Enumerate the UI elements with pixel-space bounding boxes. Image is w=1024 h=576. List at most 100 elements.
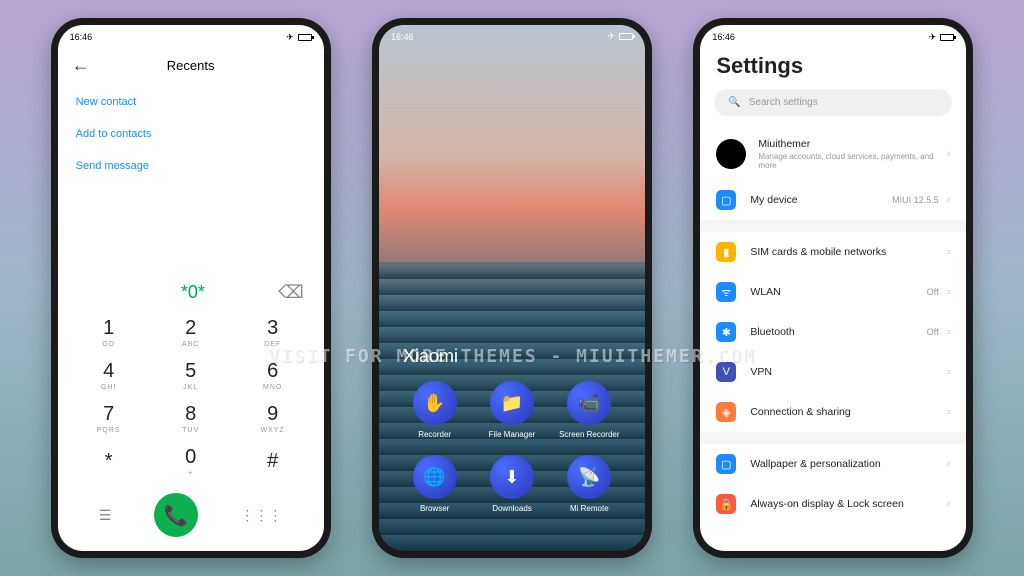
- setting-sim-cards-mobile-networks[interactable]: ▮ SIM cards & mobile networks›: [700, 232, 966, 272]
- dialed-number: *0*: [108, 282, 279, 303]
- settings-more: ▢Wallpaper & personalization› 🔒 Always-on …: [700, 444, 966, 524]
- home-content: Xiaomi ✋ Recorder 📁File Manager📹Screen Rec…: [379, 44, 645, 551]
- key-*[interactable]: *: [68, 440, 150, 483]
- app-recorder[interactable]: ✋ Recorder: [401, 381, 468, 439]
- key-4[interactable]: 4GHI: [68, 354, 150, 397]
- keypad: 1GD2ABC3DEF 4GHI5JKL6MNO 7PQRS8TUV9WXYZ *0+…: [58, 311, 324, 483]
- device-label: My device: [750, 194, 892, 206]
- app-label: Mi Remote: [570, 504, 609, 513]
- key-9[interactable]: 9WXYZ: [232, 397, 314, 440]
- dialpad-icon[interactable]: ⋮⋮⋮: [240, 507, 282, 524]
- setting-wlan[interactable]: ᯤ WLANOff ›: [700, 272, 966, 312]
- key-6[interactable]: 6MNO: [232, 354, 314, 397]
- status-time: 16:46: [70, 32, 93, 42]
- device-version: MIUI 12.5.5: [892, 195, 939, 205]
- key-8[interactable]: 8TUV: [150, 397, 232, 440]
- setting-label: VPN: [750, 366, 946, 378]
- app-icon: ✋: [413, 381, 457, 425]
- setting-icon: ᯤ: [716, 282, 736, 302]
- status-icons: ✈: [286, 32, 312, 43]
- search-icon: 🔍: [728, 97, 740, 108]
- dialer-input: *0* ⌫: [58, 274, 324, 311]
- section-gap: [700, 432, 966, 444]
- back-icon[interactable]: ←: [72, 55, 90, 76]
- send-message-link[interactable]: Send message: [76, 150, 306, 182]
- home-screen: 16:46 ✈ Xiaomi ✋Recorder📁File Manager📹Sc…: [379, 25, 645, 551]
- app-file-manager[interactable]: 📁File Manager: [478, 381, 545, 439]
- dialer-actions: New contact Add to contacts Send message: [58, 86, 324, 182]
- chevron-right-icon: ›: [947, 458, 951, 470]
- account-sub: Manage accounts, cloud services, payment…: [758, 152, 946, 170]
- call-button[interactable]: 📞: [154, 493, 198, 537]
- chevron-right-icon: ›: [947, 326, 951, 338]
- phone-dialer: 16:46 ✈ ← Recents New contact Add to con…: [51, 18, 331, 558]
- settings-list: ▮SIM cards & mobile networks›ᯤWLANOff›✱B…: [700, 232, 966, 432]
- app-label: Recorder: [418, 430, 451, 439]
- section-gap: [700, 220, 966, 232]
- phone-settings: 16:46 ✈ Settings 🔍 Search settings Miuit…: [693, 18, 973, 558]
- new-contact-link[interactable]: New contact: [76, 86, 306, 118]
- setting-always-on-display-lock-screen[interactable]: 🔒 Always-on display & Lock screen›: [700, 484, 966, 524]
- chevron-right-icon: ›: [947, 498, 951, 510]
- setting-vpn[interactable]: V VPN›: [700, 352, 966, 392]
- backspace-icon[interactable]: ⌫: [278, 282, 303, 303]
- app-downloads[interactable]: ⬇ Downloads: [478, 455, 545, 513]
- chevron-right-icon: ›: [947, 366, 951, 378]
- settings-title: Settings: [700, 45, 966, 89]
- dialer-bottom: ☰ 📞 ⋮⋮⋮: [58, 483, 324, 551]
- search-input[interactable]: 🔍 Search settings: [714, 89, 952, 116]
- key-2[interactable]: 2ABC: [150, 311, 232, 354]
- device-icon: ▢: [716, 190, 736, 210]
- search-placeholder: Search settings: [749, 97, 818, 108]
- setting-value: Off: [927, 287, 939, 297]
- app-screen-recorder[interactable]: 📹Screen Recorder: [556, 381, 623, 439]
- app-browser[interactable]: 🌐Browser: [401, 455, 468, 513]
- chevron-right-icon: ›: [947, 246, 951, 258]
- status-time: 16:46: [712, 32, 735, 42]
- app-mi-remote[interactable]: 📡 Mi Remote: [556, 455, 623, 513]
- app-label: File Manager: [489, 430, 536, 439]
- key-0[interactable]: 0+: [150, 440, 232, 483]
- setting-label: Always-on display & Lock screen: [750, 498, 946, 510]
- app-label: Browser: [420, 504, 449, 513]
- app-label: Screen Recorder: [559, 430, 619, 439]
- app-icon: 📡: [567, 455, 611, 499]
- chevron-right-icon: ›: [947, 194, 951, 206]
- add-to-contacts-link[interactable]: Add to contacts: [76, 118, 306, 150]
- setting-icon: V: [716, 362, 736, 382]
- my-device-row[interactable]: ▢ My device MIUI 12.5.5 ›: [700, 180, 966, 220]
- setting-icon: ◈: [716, 402, 736, 422]
- dialer-screen: 16:46 ✈ ← Recents New contact Add to con…: [58, 25, 324, 551]
- status-bar: 16:46 ✈: [700, 25, 966, 45]
- avatar: [716, 139, 746, 169]
- app-icon: ⬇: [490, 455, 534, 499]
- setting-label: SIM cards & mobile networks: [750, 246, 946, 258]
- status-bar: 16:46 ✈: [58, 25, 324, 45]
- dialer-title: Recents: [90, 58, 292, 73]
- setting-wallpaper-personalization[interactable]: ▢Wallpaper & personalization›: [700, 444, 966, 484]
- key-7[interactable]: 7PQRS: [68, 397, 150, 440]
- phone-home: 16:46 ✈ Xiaomi ✋Recorder📁File Manager📹Sc…: [372, 18, 652, 558]
- account-name: Miuithemer: [758, 138, 946, 150]
- setting-value: Off: [927, 327, 939, 337]
- key-3[interactable]: 3DEF: [232, 311, 314, 354]
- setting-icon: ▢: [716, 454, 736, 474]
- status-icons: ✈: [929, 32, 955, 43]
- key-1[interactable]: 1GD: [68, 311, 150, 354]
- setting-icon: ✱: [716, 322, 736, 342]
- setting-icon: ▮: [716, 242, 736, 262]
- menu-icon[interactable]: ☰: [99, 507, 112, 524]
- chevron-right-icon: ›: [947, 286, 951, 298]
- chevron-right-icon: ›: [947, 406, 951, 418]
- key-#[interactable]: #: [232, 440, 314, 483]
- app-label: Downloads: [492, 504, 532, 513]
- account-row[interactable]: Miuithemer Manage accounts, cloud servic…: [700, 128, 966, 180]
- brand-text: Xiaomi: [403, 346, 631, 367]
- setting-icon: 🔒: [716, 494, 736, 514]
- key-5[interactable]: 5JKL: [150, 354, 232, 397]
- status-icons: ✈: [607, 31, 633, 42]
- setting-connection-sharing[interactable]: ◈Connection & sharing›: [700, 392, 966, 432]
- setting-label: Bluetooth: [750, 326, 926, 338]
- setting-bluetooth[interactable]: ✱ BluetoothOff ›: [700, 312, 966, 352]
- setting-label: WLAN: [750, 286, 926, 298]
